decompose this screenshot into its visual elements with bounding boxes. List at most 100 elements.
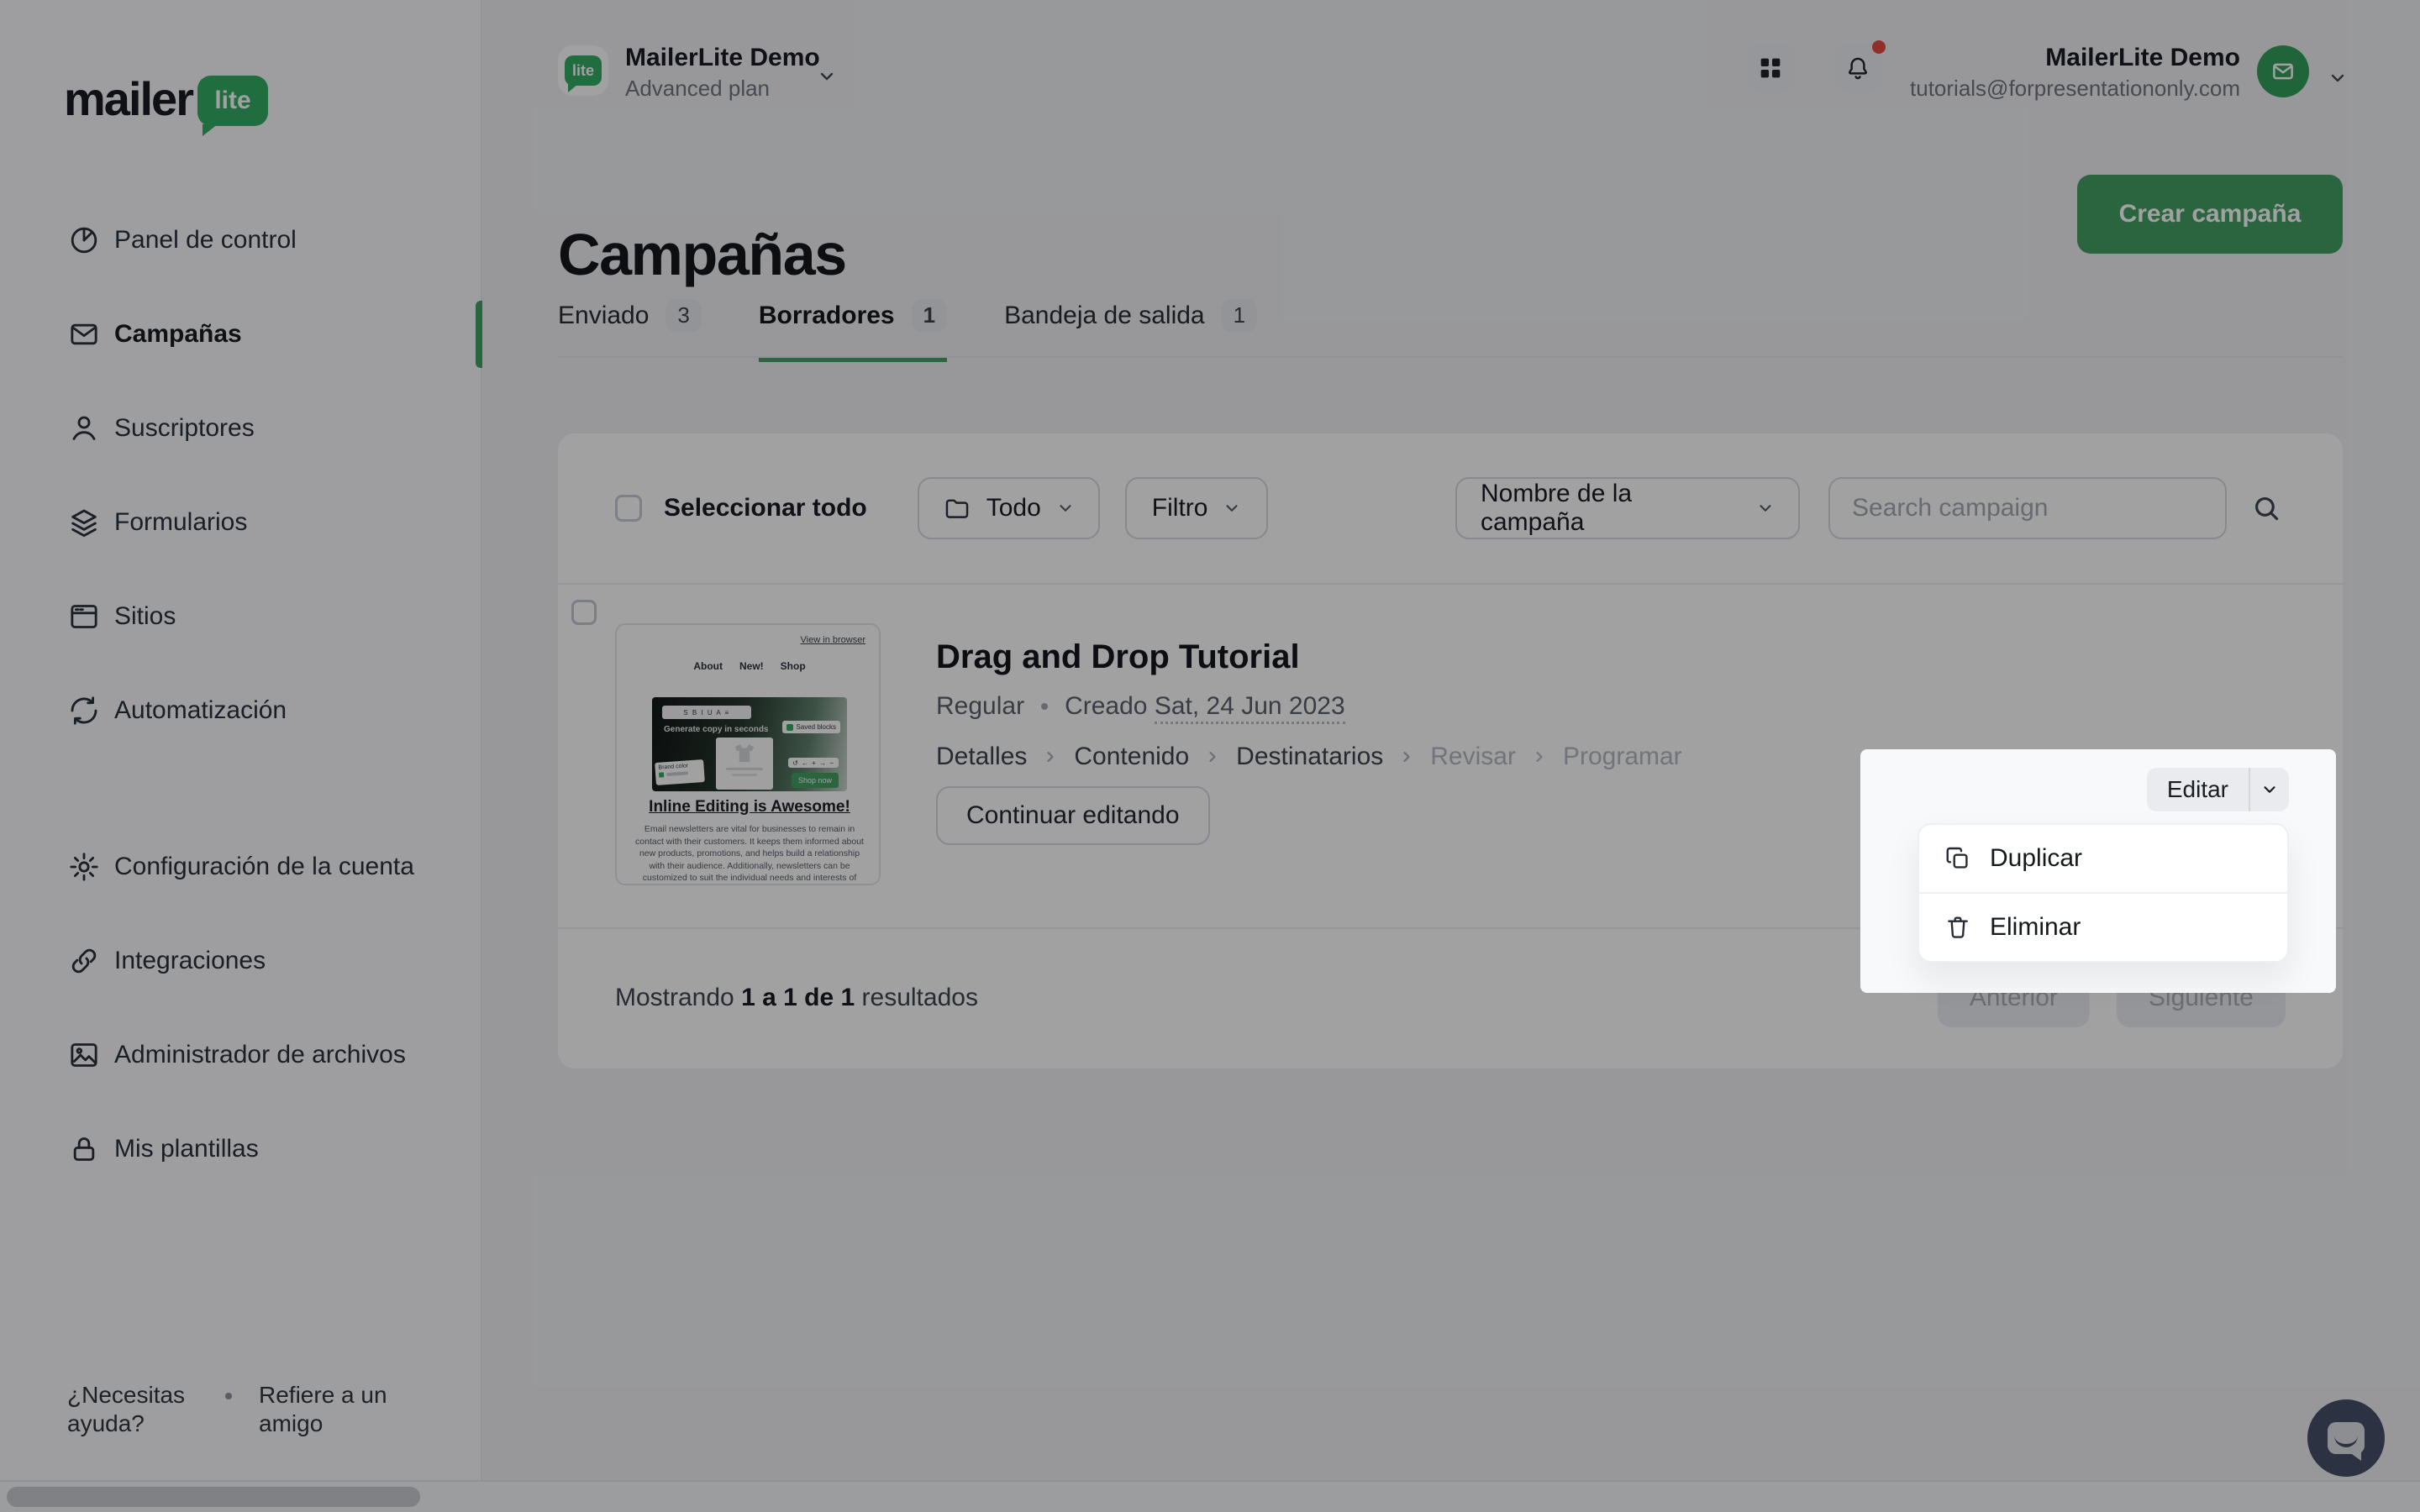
- campaign-meta: Regular Creado Sat, 24 Jun 2023: [936, 692, 1345, 721]
- user-menu-email: tutorials@forpresentationonly.com: [1910, 76, 2240, 102]
- search-input[interactable]: [1828, 477, 2227, 539]
- refer-link[interactable]: Refiere a un amigo: [259, 1381, 403, 1438]
- sidebar-item-templates[interactable]: Mis plantillas: [0, 1102, 482, 1196]
- chevron-right-icon: [1204, 748, 1221, 765]
- app-root: mailer lite Panel de control Campañas Su…: [0, 0, 2420, 1512]
- tab-count-badge: 1: [912, 299, 947, 332]
- filter-label: Filtro: [1152, 494, 1208, 522]
- account-switcher-name[interactable]: MailerLite Demo: [625, 44, 820, 72]
- chat-bubble-icon: [2328, 1422, 2365, 1454]
- notifications-button[interactable]: [1833, 44, 1882, 92]
- campaign-thumbnail[interactable]: View in browser AboutNew!Shop S B I U A …: [615, 623, 881, 885]
- create-campaign-button[interactable]: Crear campaña: [2077, 175, 2343, 254]
- edit-split-button: Editar: [2147, 768, 2289, 811]
- sidebar-gap: [0, 758, 482, 820]
- chevron-down-icon: [1056, 499, 1075, 517]
- step-content[interactable]: Contenido: [1074, 743, 1189, 771]
- results-summary-numbers: 1 a 1 de 1: [741, 984, 855, 1011]
- grid-icon: [1756, 54, 1785, 82]
- filter-dropdown[interactable]: Filtro: [1125, 477, 1269, 539]
- filter-toolbar: Seleccionar todo Todo Filtro Nombre de l…: [558, 433, 2343, 585]
- campaign-created-date: Sat, 24 Jun 2023: [1155, 692, 1345, 724]
- gear-icon: [67, 850, 101, 884]
- sidebar-item-label: Formularios: [114, 508, 247, 537]
- continue-editing-button[interactable]: Continuar editando: [936, 786, 1210, 845]
- sidebar-item-forms[interactable]: Formularios: [0, 475, 482, 570]
- chat-launcher-button[interactable]: [2307, 1399, 2385, 1477]
- sidebar-item-label: Administrador de archivos: [114, 1041, 406, 1069]
- campaign-type: Regular: [936, 692, 1024, 721]
- edit-button[interactable]: Editar: [2147, 768, 2249, 811]
- tshirt-icon: [732, 743, 757, 764]
- tab-count-badge: 1: [1222, 299, 1257, 332]
- sidebar-item-integrations[interactable]: Integraciones: [0, 914, 482, 1008]
- chevron-down-icon: [1223, 499, 1241, 517]
- campaign-steps-breadcrumb: Detalles Contenido Destinatarios Revisar…: [936, 743, 1682, 771]
- footer-dot-separator: [225, 1393, 232, 1399]
- sidebar-item-file-manager[interactable]: Administrador de archivos: [0, 1008, 482, 1102]
- results-summary: Mostrando 1 a 1 de 1 resultados: [615, 984, 978, 1012]
- view-in-browser-link: View in browser: [801, 635, 865, 645]
- sidebar-item-subscribers[interactable]: Suscriptores: [0, 381, 482, 475]
- mailerlite-logo[interactable]: mailer lite: [64, 74, 268, 126]
- search-group: Nombre de la campaña: [1455, 477, 2286, 539]
- sidebar-item-sites[interactable]: Sitios: [0, 570, 482, 664]
- logo-lite-badge: lite: [197, 76, 268, 126]
- tabs-divider: [558, 356, 2343, 358]
- sidebar-item-dashboard[interactable]: Panel de control: [0, 193, 482, 287]
- email-heading: Inline Editing is Awesome!: [617, 798, 881, 816]
- edit-dropdown-toggle[interactable]: [2250, 768, 2289, 811]
- user-avatar[interactable]: [2257, 45, 2309, 97]
- campaign-created: Creado Sat, 24 Jun 2023: [1065, 692, 1345, 721]
- sidebar-item-label: Automatización: [114, 696, 287, 725]
- menu-item-duplicate[interactable]: Duplicar: [1919, 825, 2287, 892]
- campaign-checkbox[interactable]: [571, 600, 597, 625]
- sidebar-item-account-settings[interactable]: Configuración de la cuenta: [0, 820, 482, 914]
- account-chevron-down-icon[interactable]: [817, 62, 837, 93]
- menu-item-delete[interactable]: Eliminar: [1919, 894, 2287, 961]
- trash-icon: [1944, 914, 1971, 941]
- sidebar-item-label: Campañas: [114, 320, 242, 349]
- email-hero-image: S B I U A ≡ Generate copy in seconds Sav…: [652, 697, 847, 791]
- scrollbar-thumb[interactable]: [7, 1487, 420, 1507]
- bell-icon: [1844, 54, 1872, 82]
- undo-toolbar: ↺ ← + → −: [788, 758, 839, 768]
- tab-sent[interactable]: Enviado 3: [558, 299, 702, 362]
- sidebar: mailer lite Panel de control Campañas Su…: [0, 0, 482, 1512]
- sidebar-item-label: Configuración de la cuenta: [114, 853, 414, 881]
- sidebar-nav: Panel de control Campañas Suscriptores F…: [0, 193, 482, 1196]
- tab-label: Bandeja de salida: [1004, 302, 1205, 330]
- campaign-tabs: Enviado 3 Borradores 1 Bandeja de salida…: [558, 299, 1257, 362]
- sites-icon: [67, 600, 101, 633]
- campaign-row: View in browser AboutNew!Shop S B I U A …: [558, 585, 2343, 929]
- step-details[interactable]: Detalles: [936, 743, 1027, 771]
- campaign-title[interactable]: Drag and Drop Tutorial: [936, 638, 1300, 676]
- tab-drafts[interactable]: Borradores 1: [759, 299, 947, 362]
- search-button[interactable]: [2247, 489, 2286, 528]
- folder-filter-dropdown[interactable]: Todo: [918, 477, 1100, 539]
- tab-outbox[interactable]: Bandeja de salida 1: [1004, 299, 1257, 362]
- search-field-dropdown[interactable]: Nombre de la campaña: [1455, 477, 1800, 539]
- sidebar-item-label: Mis plantillas: [114, 1135, 259, 1163]
- chevron-right-icon: [1531, 748, 1548, 765]
- saved-blocks-chip: Saved blocks: [782, 721, 840, 733]
- account-app-icon[interactable]: lite: [558, 45, 608, 96]
- help-link[interactable]: ¿Necesitas ayuda?: [67, 1381, 198, 1438]
- chevron-down-icon: [1756, 499, 1775, 517]
- lock-icon: [67, 1132, 101, 1166]
- envelope-icon: [2270, 59, 2296, 84]
- sidebar-footer: ¿Necesitas ayuda? Refiere a un amigo: [67, 1381, 403, 1438]
- editor-toolbar: S B I U A ≡: [662, 706, 751, 719]
- email-nav: AboutNew!Shop: [617, 660, 881, 672]
- campaigns-icon: [67, 318, 101, 351]
- campaigns-panel: Seleccionar todo Todo Filtro Nombre de l…: [558, 433, 2343, 1068]
- sidebar-item-campaigns[interactable]: Campañas: [0, 287, 482, 381]
- dashboard-icon: [67, 223, 101, 257]
- menu-item-label: Duplicar: [1990, 844, 2082, 873]
- step-recipients[interactable]: Destinatarios: [1236, 743, 1383, 771]
- menu-item-label: Eliminar: [1990, 913, 2081, 942]
- sidebar-item-automation[interactable]: Automatización: [0, 664, 482, 758]
- user-chevron-down-icon[interactable]: [2328, 64, 2348, 95]
- select-all-checkbox[interactable]: [615, 495, 642, 522]
- apps-grid-button[interactable]: [1746, 44, 1795, 92]
